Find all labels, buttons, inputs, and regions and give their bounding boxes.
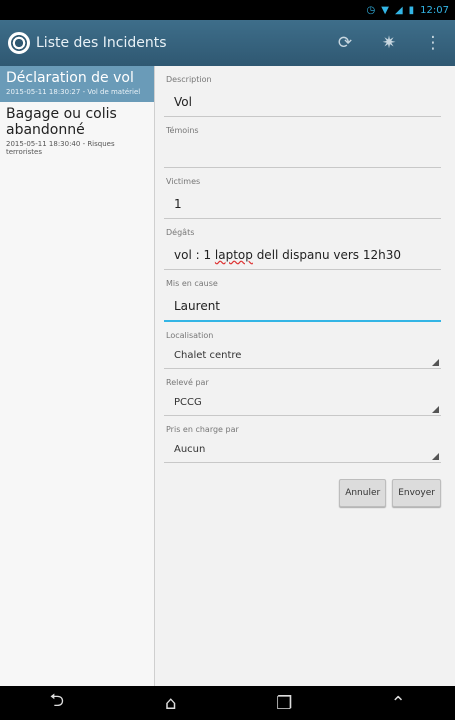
action-bar: Liste des Incidents ⟳ ✷ ⋮ <box>0 20 455 66</box>
menu-up-icon[interactable]: ⌃ <box>373 693 423 714</box>
temoins-label: Témoins <box>166 126 199 135</box>
signal-icon: ◢ <box>394 4 403 16</box>
dropdown-corner-icon <box>432 359 439 366</box>
releve-par-value: PCCG <box>174 397 202 408</box>
battery-icon: ▮ <box>408 4 415 16</box>
incident-subtitle: 2015-05-11 18:30:27 - Vol de matériel <box>6 88 141 96</box>
cancel-button[interactable]: Annuler <box>339 479 387 507</box>
degats-input[interactable]: vol : 1 laptop dell dispanu vers 12h30 <box>164 241 441 270</box>
recent-apps-icon[interactable]: ❐ <box>259 693 309 714</box>
temoins-input[interactable] <box>164 139 441 168</box>
releve-par-select[interactable]: PCCG <box>164 391 441 416</box>
victimes-input[interactable]: 1 <box>164 190 441 219</box>
back-icon[interactable]: ⮌ <box>32 688 82 718</box>
dropdown-corner-icon <box>432 406 439 413</box>
settings-icon[interactable]: ✷ <box>367 33 411 53</box>
refresh-icon[interactable]: ⟳ <box>323 33 367 53</box>
incident-item-declaration-de-vol[interactable]: Déclaration de vol 2015-05-11 18:30:27 -… <box>0 66 154 102</box>
wifi-icon: ▼ <box>381 4 389 16</box>
degats-value-prefix: vol : 1 <box>174 248 215 262</box>
mis-en-cause-label: Mis en cause <box>166 279 218 288</box>
incident-form: Description Vol Témoins Victimes 1 Dégât… <box>160 70 445 507</box>
victimes-field: Victimes 1 <box>160 176 445 219</box>
overflow-menu-icon[interactable]: ⋮ <box>411 33 455 53</box>
status-bar: ◷ ▼ ◢ ▮ 12:07 <box>0 0 455 20</box>
victimes-label: Victimes <box>166 177 201 186</box>
home-icon[interactable]: ⌂ <box>146 693 196 714</box>
dropdown-corner-icon <box>432 453 439 460</box>
degats-misspelled-word: laptop <box>214 248 253 262</box>
localisation-label: Localisation <box>166 331 214 340</box>
incident-item-bagage-abandonne[interactable]: Bagage ou colis abandonné 2015-05-11 18:… <box>0 102 154 162</box>
navigation-bar: ⮌ ⌂ ❐ ⌃ <box>0 686 455 720</box>
localisation-select[interactable]: Chalet centre <box>164 344 441 369</box>
incident-list: Déclaration de vol 2015-05-11 18:30:27 -… <box>0 66 155 686</box>
mis-en-cause-input[interactable]: Laurent <box>164 292 441 322</box>
form-actions: Annuler Envoyer <box>160 479 445 507</box>
send-button[interactable]: Envoyer <box>392 479 441 507</box>
pris-en-charge-value: Aucun <box>174 444 206 455</box>
releve-par-label: Relevé par <box>166 378 209 387</box>
pris-en-charge-select[interactable]: Aucun <box>164 438 441 463</box>
alarm-icon: ◷ <box>366 4 376 16</box>
app-title: Liste des Incidents <box>36 35 167 51</box>
description-input[interactable]: Vol <box>164 88 441 117</box>
releve-par-field: Relevé par PCCG <box>160 377 445 416</box>
action-bar-actions: ⟳ ✷ ⋮ <box>323 20 455 66</box>
degats-value-suffix: dell dispanu vers 12h30 <box>252 248 401 262</box>
localisation-value: Chalet centre <box>174 350 242 361</box>
localisation-field: Localisation Chalet centre <box>160 330 445 369</box>
description-label: Description <box>166 75 212 84</box>
status-time: 12:07 <box>420 4 449 16</box>
incident-title: Bagage ou colis abandonné <box>6 106 117 138</box>
pris-en-charge-field: Pris en charge par Aucun <box>160 424 445 463</box>
incident-subtitle: 2015-05-11 18:30:40 - Risques terroriste… <box>6 140 115 156</box>
description-field: Description Vol <box>160 74 445 117</box>
degats-label: Dégâts <box>166 228 195 237</box>
app-logo-icon[interactable] <box>8 32 30 54</box>
pris-en-charge-label: Pris en charge par <box>166 425 239 434</box>
mis-en-cause-field: Mis en cause Laurent <box>160 278 445 322</box>
temoins-field: Témoins <box>160 125 445 168</box>
degats-field: Dégâts vol : 1 laptop dell dispanu vers … <box>160 227 445 270</box>
incident-title: Déclaration de vol <box>6 70 134 86</box>
